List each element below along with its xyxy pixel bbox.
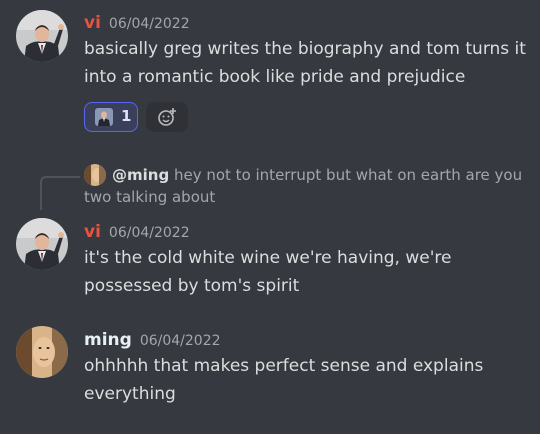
reply-preview[interactable]: @ming hey not to interrupt but what on e…	[84, 164, 524, 208]
author-name[interactable]: ming	[84, 330, 132, 350]
reply-connector	[40, 176, 80, 210]
message-text: ohhhhh that makes perfect sense and expl…	[84, 356, 484, 404]
avatar-vi[interactable]	[16, 10, 68, 62]
message-text: it's the cold white wine we're having, w…	[84, 248, 452, 296]
reaction-pill[interactable]: 1	[84, 102, 138, 132]
author-name[interactable]: vi	[84, 13, 101, 33]
avatar-vi[interactable]	[16, 218, 68, 270]
add-reaction-button[interactable]	[146, 102, 188, 132]
add-reaction-icon	[158, 108, 176, 126]
man-in-suit-emoji-icon	[95, 108, 113, 126]
message-timestamp: 06/04/2022	[108, 16, 190, 32]
message-timestamp: 06/04/2022	[139, 333, 221, 349]
avatar-ming[interactable]	[16, 326, 68, 378]
message-text: basically greg writes the biography and …	[84, 39, 526, 87]
reply-mention[interactable]: @ming	[112, 166, 169, 184]
message-timestamp: 06/04/2022	[108, 225, 190, 241]
reaction-count: 1	[121, 107, 132, 125]
author-name[interactable]: vi	[84, 222, 101, 242]
